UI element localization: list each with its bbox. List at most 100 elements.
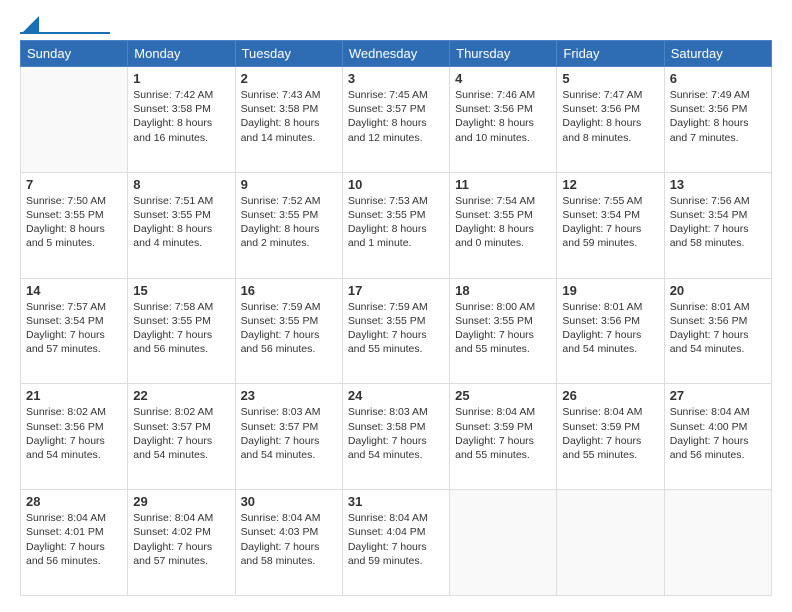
cell-line: Sunset: 4:03 PM [241,525,337,539]
calendar-cell: 9Sunrise: 7:52 AMSunset: 3:55 PMDaylight… [235,172,342,278]
calendar-cell: 7Sunrise: 7:50 AMSunset: 3:55 PMDaylight… [21,172,128,278]
cell-line: and 55 minutes. [455,342,551,356]
day-number: 16 [241,283,337,298]
cell-line: Daylight: 8 hours [455,222,551,236]
weekday-header-saturday: Saturday [664,41,771,67]
cell-line: Sunset: 3:56 PM [562,102,658,116]
cell-line: Daylight: 7 hours [241,540,337,554]
cell-line: Sunrise: 7:42 AM [133,88,229,102]
day-number: 11 [455,177,551,192]
calendar-cell: 5Sunrise: 7:47 AMSunset: 3:56 PMDaylight… [557,67,664,173]
day-number: 23 [241,388,337,403]
cell-line: and 2 minutes. [241,236,337,250]
cell-line: and 54 minutes. [562,342,658,356]
cell-line: Daylight: 8 hours [670,116,766,130]
cell-line: and 56 minutes. [670,448,766,462]
weekday-header-thursday: Thursday [450,41,557,67]
cell-line: Daylight: 7 hours [670,434,766,448]
calendar-cell: 3 Sunrise: 7:45 AMSunset: 3:57 PMDaylight… [342,67,449,173]
cell-line: Sunrise: 7:51 AM [133,194,229,208]
cell-line: Sunset: 3:55 PM [26,208,122,222]
cell-line: Daylight: 8 hours [348,222,444,236]
calendar-cell: 14Sunrise: 7:57 AMSunset: 3:54 PMDayligh… [21,278,128,384]
cell-line: Daylight: 7 hours [348,540,444,554]
cell-line: Daylight: 8 hours [133,222,229,236]
calendar-cell: 25Sunrise: 8:04 AMSunset: 3:59 PMDayligh… [450,384,557,490]
calendar-week-row: 14Sunrise: 7:57 AMSunset: 3:54 PMDayligh… [21,278,772,384]
cell-line: Sunrise: 8:04 AM [133,511,229,525]
weekday-header-sunday: Sunday [21,41,128,67]
cell-line: and 56 minutes. [26,554,122,568]
cell-line: Sunset: 3:56 PM [670,314,766,328]
cell-line: and 59 minutes. [348,554,444,568]
weekday-header-tuesday: Tuesday [235,41,342,67]
cell-line: Sunrise: 8:03 AM [241,405,337,419]
calendar-cell [21,67,128,173]
cell-line: Daylight: 7 hours [133,328,229,342]
day-number: 2 [241,71,337,86]
cell-line: Sunset: 3:55 PM [348,208,444,222]
cell-line: Sunset: 3:55 PM [455,208,551,222]
cell-line: Sunrise: 8:02 AM [26,405,122,419]
calendar-cell: 2Sunrise: 7:43 AMSunset: 3:58 PMDaylight… [235,67,342,173]
cell-line: Sunrise: 7:56 AM [670,194,766,208]
cell-line: Sunrise: 7:45 AM [348,88,444,102]
cell-line: Sunrise: 7:54 AM [455,194,551,208]
cell-line: and 57 minutes. [26,342,122,356]
cell-line: and 0 minutes. [455,236,551,250]
day-number: 12 [562,177,658,192]
cell-line: Sunrise: 7:55 AM [562,194,658,208]
cell-line: Sunset: 3:57 PM [348,102,444,116]
cell-line: Sunrise: 7:59 AM [348,300,444,314]
calendar-cell: 8Sunrise: 7:51 AMSunset: 3:55 PMDaylight… [128,172,235,278]
day-number: 3 [348,71,444,86]
day-number: 4 [455,71,551,86]
cell-line: Sunset: 3:54 PM [26,314,122,328]
cell-line: and 1 minute. [348,236,444,250]
day-number: 29 [133,494,229,509]
cell-line: Sunset: 3:57 PM [133,420,229,434]
cell-line: Daylight: 7 hours [455,328,551,342]
cell-line: and 10 minutes. [455,131,551,145]
weekday-header-wednesday: Wednesday [342,41,449,67]
calendar-cell: 11 Sunrise: 7:54 AMSunset: 3:55 PMDayligh… [450,172,557,278]
calendar-cell: 30Sunrise: 8:04 AMSunset: 4:03 PMDayligh… [235,490,342,596]
calendar-cell: 29Sunrise: 8:04 AMSunset: 4:02 PMDayligh… [128,490,235,596]
calendar-cell: 27Sunrise: 8:04 AMSunset: 4:00 PMDayligh… [664,384,771,490]
day-number: 5 [562,71,658,86]
cell-line: Sunset: 3:54 PM [670,208,766,222]
cell-line: and 4 minutes. [133,236,229,250]
cell-line: Sunset: 3:56 PM [562,314,658,328]
cell-line: Sunset: 3:58 PM [241,102,337,116]
cell-line: Sunrise: 8:02 AM [133,405,229,419]
day-number: 31 [348,494,444,509]
cell-line: and 59 minutes. [562,236,658,250]
cell-line: Daylight: 7 hours [133,434,229,448]
cell-line: Daylight: 7 hours [670,222,766,236]
cell-line: Daylight: 8 hours [348,116,444,130]
cell-line: Daylight: 7 hours [348,434,444,448]
cell-line: and 7 minutes. [670,131,766,145]
cell-line: Sunset: 3:59 PM [562,420,658,434]
calendar-cell: 15Sunrise: 7:58 AMSunset: 3:55 PMDayligh… [128,278,235,384]
cell-line: Sunrise: 8:01 AM [670,300,766,314]
calendar-cell: 18Sunrise: 8:00 AMSunset: 3:55 PMDayligh… [450,278,557,384]
calendar-cell [450,490,557,596]
calendar-cell [557,490,664,596]
cell-line: Daylight: 7 hours [26,328,122,342]
cell-line: Sunrise: 8:04 AM [455,405,551,419]
cell-line: Sunrise: 8:04 AM [241,511,337,525]
calendar-week-row: 1 Sunrise: 7:42 AM Sunset: 3:58 PM Daylight… [21,67,772,173]
cell-line: and 14 minutes. [241,131,337,145]
cell-line: Sunrise: 7:57 AM [26,300,122,314]
cell-line: Sunrise: 7:47 AM [562,88,658,102]
cell-line: Sunset: 3:54 PM [562,208,658,222]
calendar-cell: 17Sunrise: 7:59 AMSunset: 3:55 PMDayligh… [342,278,449,384]
cell-line: and 54 minutes. [241,448,337,462]
cell-line: and 55 minutes. [348,342,444,356]
cell-line: Daylight: 8 hours [133,116,229,130]
cell-line: and 12 minutes. [348,131,444,145]
cell-line: Sunset: 3:57 PM [241,420,337,434]
cell-line: Daylight: 8 hours [241,222,337,236]
day-number: 1 [133,71,229,86]
